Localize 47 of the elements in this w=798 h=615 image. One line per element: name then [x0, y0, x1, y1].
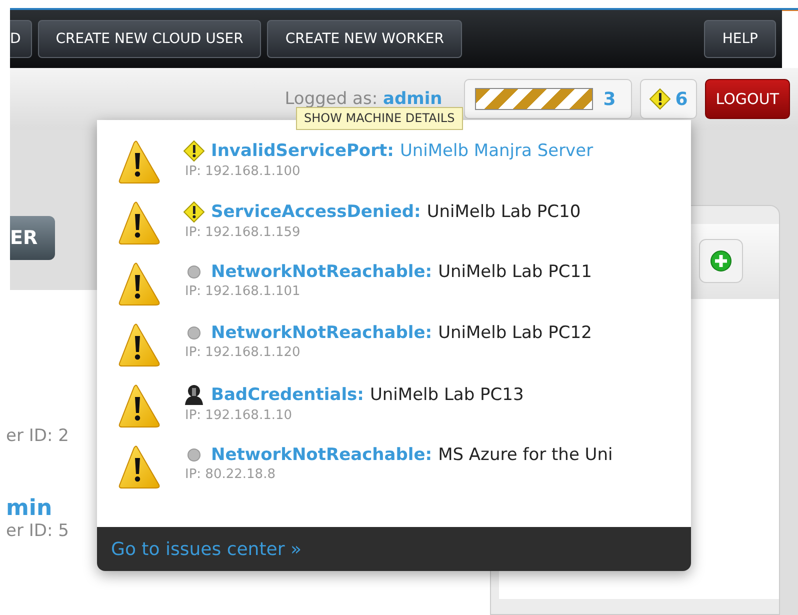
status-dot-icon	[187, 265, 201, 279]
warning-icon	[649, 88, 672, 110]
nav-button[interactable]: D	[10, 20, 32, 58]
progress-button[interactable]: 3	[464, 79, 632, 119]
warning-icon	[117, 445, 161, 489]
plus-icon	[710, 250, 732, 272]
ip-address: IP: 192.168.1.101	[184, 284, 302, 299]
issue-type-link[interactable]: NetworkNotReachable:	[211, 262, 432, 282]
warning-icon	[117, 323, 161, 367]
ip-address: IP: 192.168.1.100	[184, 164, 302, 179]
add-button[interactable]	[699, 239, 743, 283]
ip-address: IP: 192.168.1.10	[184, 408, 294, 423]
status-dot-icon	[187, 326, 201, 340]
issue-type-link[interactable]: InvalidServicePort:	[211, 141, 394, 161]
ip-address: IP: 192.168.1.120	[184, 345, 302, 360]
issue-type-link[interactable]: ServiceAccessDenied:	[211, 202, 421, 222]
tooltip: SHOW MACHINE DETAILS	[296, 107, 463, 130]
warning-icon	[117, 140, 161, 184]
warning-icon	[117, 262, 161, 306]
machine-link[interactable]: MS Azure for the Uni	[438, 445, 613, 465]
striped-progress-icon	[475, 88, 594, 110]
warning-diamond-icon	[183, 201, 205, 223]
issues-button[interactable]: 6	[640, 79, 697, 119]
machine-link[interactable]: UniMelb Lab PC13	[370, 385, 524, 405]
warning-diamond-icon	[183, 140, 205, 162]
machine-link[interactable]: UniMelb Lab PC10	[426, 202, 581, 222]
machine-link[interactable]: UniMelb Lab PC12	[438, 323, 592, 343]
help-button[interactable]: HELP	[704, 20, 776, 58]
nav-button[interactable]: CREATE NEW WORKER	[267, 20, 462, 58]
issues-center-link[interactable]: Go to issues center »	[111, 538, 302, 560]
logged-as-label: Logged as: admin	[284, 89, 442, 109]
machine-link[interactable]: UniMelb Lab PC11	[438, 262, 592, 282]
partial-button[interactable]: ER	[10, 216, 55, 260]
logout-button[interactable]: LOGOUT	[704, 79, 790, 119]
machine-link[interactable]: UniMelb Manjra Server	[400, 141, 594, 161]
nav-button[interactable]: CREATE NEW CLOUD USER	[38, 20, 262, 58]
user-id: er ID: 2	[6, 426, 70, 446]
ip-address: IP: 80.22.18.8	[184, 467, 276, 482]
user-id: er ID: 5	[6, 521, 70, 541]
status-dot-icon	[187, 448, 201, 462]
issue-type-link[interactable]: BadCredentials:	[211, 385, 364, 405]
warning-icon	[117, 201, 161, 245]
issue-type-link[interactable]: NetworkNotReachable:	[211, 323, 432, 343]
ip-address: IP: 192.168.1.159	[184, 225, 302, 240]
person-icon	[184, 384, 204, 406]
issue-type-link[interactable]: NetworkNotReachable:	[211, 445, 432, 465]
warning-icon	[117, 384, 161, 428]
